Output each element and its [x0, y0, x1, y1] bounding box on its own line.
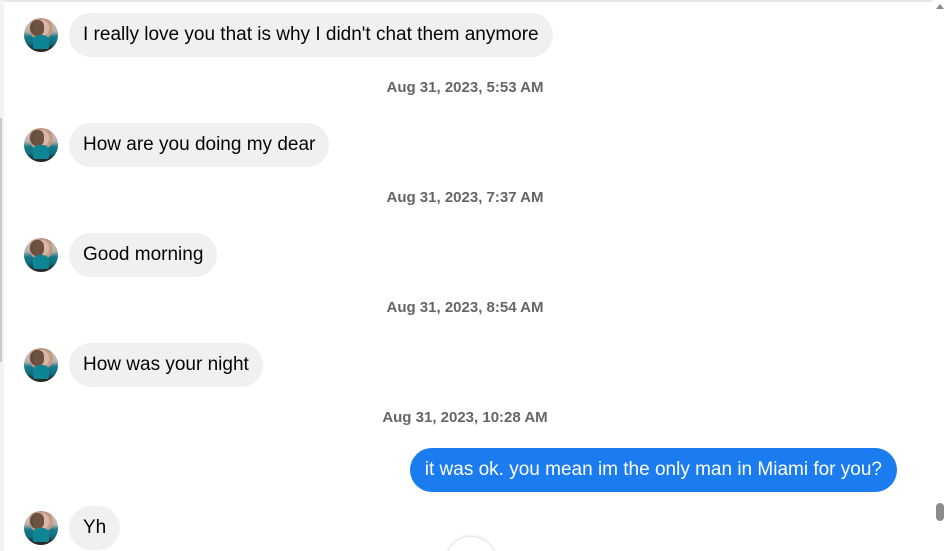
scroll-to-bottom-icon[interactable]	[446, 537, 496, 551]
message-bubble[interactable]: Good morning	[69, 233, 218, 277]
message-timestamp: Aug 31, 2023, 10:28 AM	[382, 409, 548, 426]
contact-avatar[interactable]	[24, 511, 58, 545]
message-bubble[interactable]: How are you doing my dear	[69, 123, 330, 167]
avatar-torso	[33, 528, 49, 542]
avatar-torso	[33, 255, 49, 269]
avatar-hair	[30, 20, 44, 36]
message-bubble[interactable]: How was your night	[69, 343, 263, 387]
message-timestamp: Aug 31, 2023, 5:53 AM	[386, 79, 544, 96]
avatar-torso	[33, 35, 49, 49]
outgoing-message: it was ok. you mean im the only man in M…	[409, 448, 897, 492]
chat-window: I really love you that is why I didn't c…	[0, 0, 948, 551]
contact-avatar[interactable]	[24, 128, 58, 162]
avatar-torso	[33, 145, 49, 159]
incoming-message: I really love you that is why I didn't c…	[24, 13, 553, 57]
contact-avatar[interactable]	[24, 18, 58, 52]
avatar-hair	[30, 513, 44, 529]
message-thread[interactable]: I really love you that is why I didn't c…	[0, 0, 930, 551]
message-timestamp: Aug 31, 2023, 7:37 AM	[386, 189, 544, 206]
avatar-hair	[30, 350, 44, 366]
incoming-message: Yh	[24, 506, 121, 550]
scrollbar-thumb[interactable]	[936, 503, 944, 521]
incoming-message: How was your night	[24, 343, 263, 387]
incoming-message: Good morning	[24, 233, 218, 277]
avatar-torso	[33, 365, 49, 379]
message-timestamp: Aug 31, 2023, 8:54 AM	[386, 299, 544, 316]
scroll-up-arrow-icon[interactable]	[936, 4, 944, 9]
contact-avatar[interactable]	[24, 238, 58, 272]
contact-avatar[interactable]	[24, 348, 58, 382]
incoming-message: How are you doing my dear	[24, 123, 330, 167]
thread-scrollbar[interactable]	[932, 0, 948, 551]
avatar-hair	[30, 240, 44, 256]
message-bubble[interactable]: Yh	[69, 506, 121, 550]
avatar-hair	[30, 130, 44, 146]
message-bubble[interactable]: I really love you that is why I didn't c…	[69, 13, 553, 57]
message-bubble-outgoing[interactable]: it was ok. you mean im the only man in M…	[409, 448, 897, 492]
